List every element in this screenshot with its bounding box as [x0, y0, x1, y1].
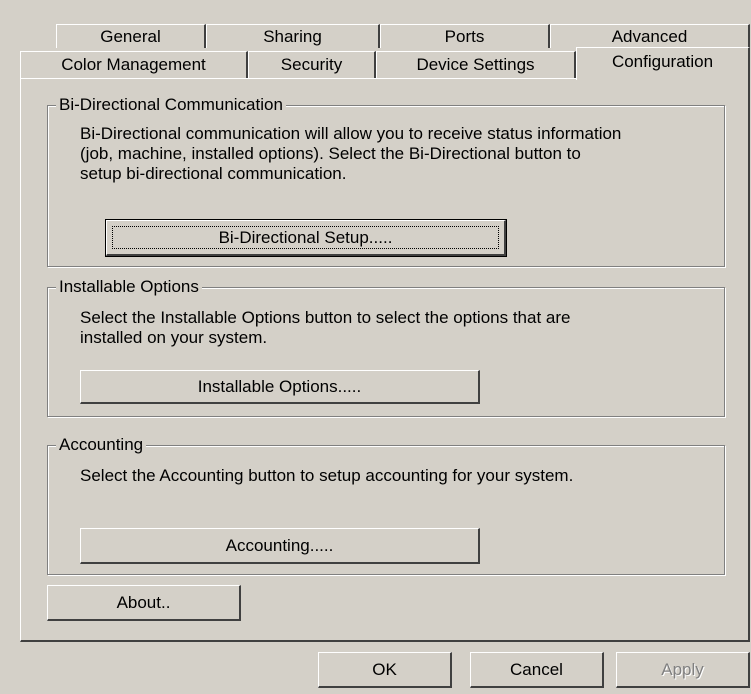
bidi-setup-button[interactable]: Bi-Directional Setup.....	[105, 219, 507, 257]
cancel-button-label: Cancel	[510, 659, 563, 679]
installable-options-button-label: Installable Options.....	[197, 376, 362, 396]
accounting-title: Accounting	[56, 435, 147, 455]
installable-options-title: Installable Options	[56, 277, 202, 297]
tab-general[interactable]: General	[56, 24, 206, 48]
installable-options-description: Select the Installable Options button to…	[80, 308, 720, 348]
tab-color-management[interactable]: Color Management	[20, 51, 248, 78]
installable-line-2: installed on your system.	[80, 328, 268, 347]
installable-options-group: Installable Options Select the Installab…	[47, 277, 725, 417]
bidi-description: Bi-Directional communication will allow …	[80, 124, 720, 184]
tab-ports[interactable]: Ports	[380, 24, 550, 48]
ok-button-label: OK	[372, 659, 397, 679]
printer-properties-dialog: General Sharing Ports Advanced Color Man…	[0, 0, 751, 694]
accounting-line-1: Select the Accounting button to setup ac…	[80, 466, 574, 485]
cancel-button[interactable]: Cancel	[470, 652, 604, 688]
accounting-button[interactable]: Accounting.....	[80, 528, 480, 564]
bidi-group-title: Bi-Directional Communication	[56, 95, 286, 115]
bidi-line-1: Bi-Directional communication will allow …	[80, 124, 622, 143]
apply-button-label: Apply	[661, 659, 704, 679]
about-button-label: About..	[116, 592, 171, 612]
apply-button[interactable]: Apply	[616, 652, 750, 688]
installable-line-1: Select the Installable Options button to…	[80, 308, 571, 327]
accounting-button-label: Accounting.....	[225, 535, 334, 555]
bidi-line-3: setup bi-directional communication.	[80, 164, 347, 183]
accounting-group: Accounting Select the Accounting button …	[47, 435, 725, 575]
tab-configuration[interactable]: Configuration	[576, 47, 750, 80]
ok-button[interactable]: OK	[318, 652, 452, 688]
accounting-description: Select the Accounting button to setup ac…	[80, 466, 720, 486]
tab-device-settings[interactable]: Device Settings	[376, 51, 576, 78]
tab-sharing[interactable]: Sharing	[206, 24, 380, 48]
bidi-group: Bi-Directional Communication Bi-Directio…	[47, 95, 725, 267]
about-button[interactable]: About..	[47, 585, 241, 621]
tab-advanced[interactable]: Advanced	[550, 24, 750, 48]
focus-rectangle	[112, 226, 499, 249]
configuration-panel: Bi-Directional Communication Bi-Directio…	[20, 78, 750, 642]
bidi-line-2: (job, machine, installed options). Selec…	[80, 144, 581, 163]
installable-options-button[interactable]: Installable Options.....	[80, 370, 480, 404]
tab-security[interactable]: Security	[248, 51, 376, 78]
